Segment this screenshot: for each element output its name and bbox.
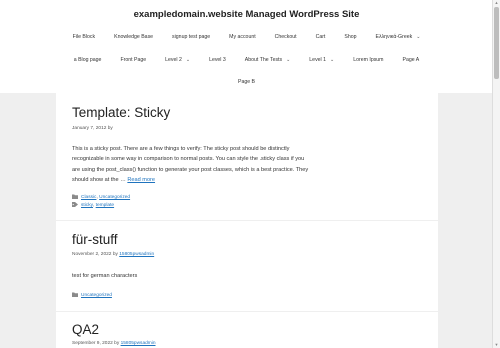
nav-item-shop[interactable]: Shop (335, 33, 366, 41)
post-author-link[interactable]: 15805pwsadmin (121, 341, 156, 346)
nav-item-my-account[interactable]: My account (220, 33, 266, 41)
post-meta: November 2, 2022 by 15805pwsadmin (72, 252, 154, 257)
chevron-down-icon[interactable]: ⌄ (330, 57, 334, 63)
nav-item-lorem-ipsum[interactable]: Lorem Ipsum (344, 56, 393, 64)
chevron-down-icon[interactable]: ⌄ (416, 34, 420, 40)
nav-item-level-2-label: Level 2 (165, 57, 182, 63)
site-title[interactable]: exampledomain.website Managed WordPress … (0, 9, 493, 20)
tag-link[interactable]: template (96, 203, 114, 208)
post-author-link[interactable]: 15805pwsadmin (119, 252, 154, 257)
tag-icon (72, 202, 78, 209)
nav-item-greek[interactable]: Ελληνικά-Greek ⌄ (366, 33, 430, 41)
nav-item-a-blog-page[interactable]: a Blog page (64, 56, 111, 64)
scroll-up-arrow-icon[interactable]: ▲ (493, 0, 500, 6)
nav-item-page-b[interactable]: Page B (228, 78, 264, 86)
tag-link[interactable]: sticky (81, 203, 93, 208)
vertical-scrollbar[interactable]: ▲ ▼ (492, 0, 500, 348)
post-categories: Classic, Uncategorized (72, 194, 130, 201)
nav-item-knowledge-base[interactable]: Knowledge Base (105, 33, 163, 41)
main-navigation-row-1: File Block Knowledge Base signup test pa… (0, 33, 493, 41)
post-excerpt-text: This is a sticky post. There are a few t… (72, 146, 309, 184)
scroll-down-arrow-icon[interactable]: ▼ (493, 342, 500, 348)
post-excerpt: test for german characters (72, 273, 138, 279)
post-title[interactable]: Template: Sticky (72, 105, 170, 120)
post-excerpt: This is a sticky post. There are a few t… (72, 144, 312, 186)
main-navigation-row-2: a Blog page Front Page Level 2 ⌄ Level 3 … (0, 56, 493, 64)
post-by: by (114, 341, 120, 346)
nav-item-level-1-label: Level 1 (309, 57, 327, 63)
nav-item-about-the-tests-label: About The Tests (244, 57, 283, 63)
category-link[interactable]: Uncategorized (99, 195, 130, 200)
post-article: für-stuff November 2, 2022 by 15805pwsad… (56, 221, 438, 311)
post-title[interactable]: QA2 (72, 322, 99, 337)
post-date[interactable]: January 7, 2012 (72, 126, 106, 131)
scrollbar-thumb[interactable] (494, 7, 499, 79)
folder-icon (72, 194, 78, 201)
post-by: by (107, 126, 113, 131)
post-date[interactable]: November 2, 2022 (72, 252, 111, 257)
main-navigation-row-3: Page B (0, 78, 493, 86)
site-header: exampledomain.website Managed WordPress … (0, 0, 493, 93)
post-tags: sticky, template (72, 202, 114, 209)
post-date[interactable]: September 9, 2022 (72, 341, 113, 346)
nav-item-page-a[interactable]: Page A (393, 56, 429, 64)
nav-item-greek-label: Ελληνικά-Greek (375, 34, 413, 40)
nav-item-level-3[interactable]: Level 3 (200, 56, 236, 64)
read-more-link[interactable]: Read more (127, 177, 155, 183)
chevron-down-icon[interactable]: ⌄ (286, 57, 290, 63)
nav-item-checkout[interactable]: Checkout (265, 33, 306, 41)
post-title[interactable]: für-stuff (72, 232, 118, 247)
post-by: by (112, 252, 118, 257)
post-article: QA2 September 9, 2022 by 15805pwsadmin (56, 312, 438, 348)
nav-item-file-block[interactable]: File Block (63, 33, 105, 41)
category-link[interactable]: Classic (81, 195, 96, 200)
nav-item-cart[interactable]: Cart (306, 33, 335, 41)
folder-icon (72, 292, 78, 299)
nav-item-about-the-tests[interactable]: About The Tests ⌄ (235, 56, 300, 64)
category-link[interactable]: Uncategorized (81, 293, 112, 298)
nav-item-front-page[interactable]: Front Page (111, 56, 156, 64)
post-article: Template: Sticky January 7, 2012 by This… (56, 93, 438, 220)
post-categories: Uncategorized (72, 292, 112, 299)
nav-item-level-2[interactable]: Level 2 ⌄ (156, 56, 200, 64)
nav-item-signup-test-page[interactable]: signup test page (163, 33, 220, 41)
post-meta: January 7, 2012 by (72, 126, 113, 131)
post-meta: September 9, 2022 by 15805pwsadmin (72, 341, 156, 346)
chevron-down-icon[interactable]: ⌄ (186, 57, 190, 63)
nav-item-level-1[interactable]: Level 1 ⌄ (300, 56, 344, 64)
